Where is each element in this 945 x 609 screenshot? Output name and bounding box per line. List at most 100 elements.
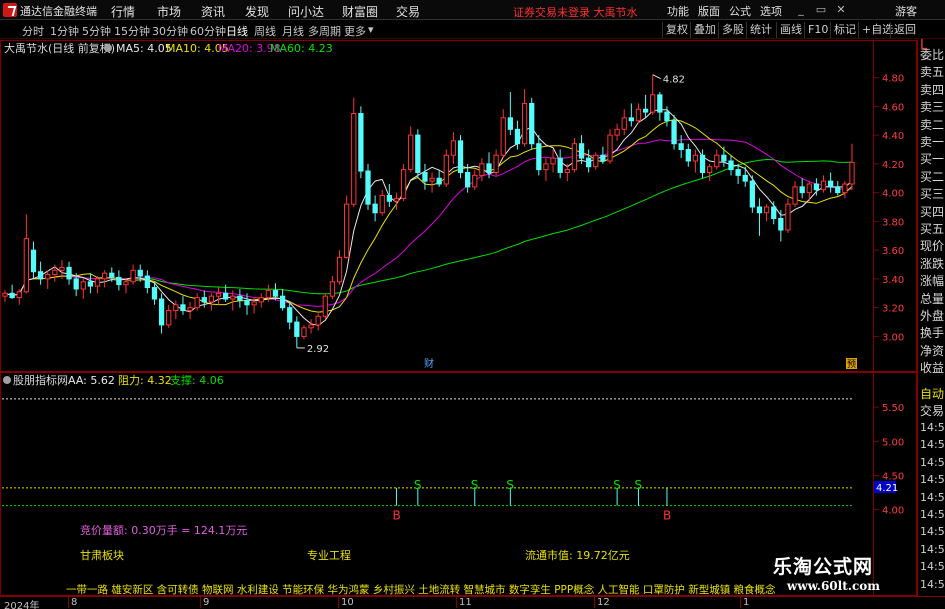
- candle-body: [45, 274, 51, 280]
- multi-stock-button[interactable]: 多股: [718, 22, 747, 38]
- candle-body: [393, 197, 400, 202]
- period-tab-timeshare[interactable]: 分时: [22, 23, 44, 39]
- kline-chart[interactable]: 4.80 4.60 4.40 4.20 4.00 3.80 3.60 3.40 3.20 3.00…: [0, 40, 945, 596]
- menu-item-function[interactable]: 功能: [667, 3, 689, 19]
- period-tab-monthly[interactable]: 月线: [282, 23, 304, 39]
- candle-body: [742, 174, 748, 182]
- period-tab-more[interactable]: 更多: [344, 23, 366, 39]
- candle-body: [59, 266, 65, 271]
- period-tab-30min[interactable]: 30分钟: [152, 23, 188, 39]
- forecast-marker[interactable]: 预: [847, 359, 856, 370]
- candle-body: [536, 143, 542, 171]
- candle-body: [607, 134, 613, 162]
- indicator-tick-label: 4.00: [882, 506, 904, 517]
- period-tab-60min[interactable]: 60分钟: [190, 23, 226, 39]
- candle-body: [358, 113, 364, 172]
- menu-item-ask[interactable]: 问小达: [288, 3, 324, 20]
- earnings-marker[interactable]: 财: [424, 357, 434, 370]
- adjust-button[interactable]: 复权: [662, 22, 691, 38]
- candle-body: [37, 271, 44, 280]
- candle-body: [550, 157, 556, 165]
- period-tab-weekly[interactable]: 周线: [254, 23, 276, 39]
- period-tab-daily[interactable]: 日线: [226, 23, 248, 39]
- draw-line-button[interactable]: 画线: [776, 22, 805, 38]
- menu-item-wealth-circle[interactable]: 财富圈: [342, 3, 378, 20]
- menu-item-news[interactable]: 资讯: [201, 3, 225, 20]
- indicator-name[interactable]: 股朋指标网: [13, 373, 68, 387]
- candle-body: [379, 194, 385, 214]
- ma60-legend: MA60: 4.23: [270, 42, 333, 55]
- menu-item-layout[interactable]: 版面: [698, 3, 720, 19]
- period-tab-5min[interactable]: 5分钟: [82, 23, 111, 39]
- period-tab-15min[interactable]: 15分钟: [114, 23, 150, 39]
- region-sector[interactable]: 甘肃板块: [80, 548, 124, 562]
- candle-body: [400, 169, 407, 199]
- concept-tags[interactable]: 一带一路 雄安新区 含可转债 物联网 水利建设 节能环保 华为鸿蒙 乡村振兴 土…: [66, 583, 776, 596]
- quote-label: 换手: [920, 326, 945, 341]
- candle-body: [671, 120, 677, 145]
- price-tick-label: 3.80: [882, 217, 904, 228]
- sell-signal: S: [506, 478, 514, 492]
- candle-body: [849, 161, 855, 185]
- industry-sector[interactable]: 专业工程: [307, 548, 351, 562]
- candle-body: [109, 272, 115, 278]
- guest-login[interactable]: 游客: [895, 3, 917, 19]
- candle-body: [116, 276, 122, 286]
- candle-body: [571, 143, 578, 171]
- candle-body: [215, 292, 222, 297]
- candle-body: [820, 180, 827, 191]
- menu-item-trade[interactable]: 交易: [396, 3, 420, 20]
- high-price-label: 4.82: [663, 75, 685, 86]
- minimize-icon[interactable]: _: [793, 2, 809, 18]
- app-logo-icon: [3, 3, 17, 17]
- menu-item-discover[interactable]: 发现: [245, 3, 269, 20]
- menu-item-quotes[interactable]: 行情: [111, 3, 135, 20]
- quote-label: 外盘: [920, 309, 945, 323]
- date-axis-label: 9: [200, 597, 209, 608]
- candle-body: [258, 297, 264, 303]
- auto-tab[interactable]: 自动: [920, 385, 944, 402]
- mark-button[interactable]: 标记: [830, 22, 859, 38]
- trade-tab[interactable]: 交易: [920, 402, 944, 419]
- candle-body: [30, 249, 37, 273]
- menu-item-market[interactable]: 市场: [157, 3, 181, 20]
- indicator-settings-icon[interactable]: [3, 376, 11, 384]
- stock-label[interactable]: 大禹节水(日线 前复权): [4, 41, 115, 55]
- settings-icon[interactable]: [104, 44, 112, 52]
- quote-label: 买二: [920, 169, 945, 184]
- candle-body: [201, 297, 207, 303]
- close-icon[interactable]: ✕: [833, 2, 849, 18]
- candle-body: [408, 134, 414, 171]
- sell-signal: S: [634, 478, 642, 492]
- candle-body: [642, 108, 649, 113]
- chevron-down-icon[interactable]: ▾: [368, 23, 374, 36]
- candle-body: [486, 163, 492, 173]
- price-tick-label: 3.20: [882, 304, 904, 315]
- tick-time: 14:56: [920, 577, 945, 591]
- f10-button[interactable]: F10: [804, 22, 831, 38]
- candle-body: [514, 128, 521, 145]
- candle-body: [450, 140, 457, 156]
- period-tab-1min[interactable]: 1分钟: [50, 23, 79, 39]
- menu-item-formula[interactable]: 公式: [729, 3, 751, 19]
- quote-label: 买四: [920, 204, 945, 219]
- candle-body: [123, 281, 129, 286]
- period-toolbar: 分时 1分钟 5分钟 15分钟 30分钟 60分钟 日线 周线 月线 多周期 更…: [0, 21, 945, 39]
- maximize-icon[interactable]: ▭: [813, 2, 829, 18]
- stats-button[interactable]: 统计: [746, 22, 775, 38]
- candle-body: [792, 186, 798, 205]
- quote-label: 卖二: [920, 117, 945, 132]
- login-notice[interactable]: 证券交易未登录 大禹节水: [513, 4, 638, 20]
- candle-body: [2, 292, 8, 297]
- tick-time: 14:56: [920, 525, 945, 539]
- tick-time: 14:56: [920, 542, 945, 556]
- candle-body: [465, 171, 471, 188]
- quote-label: 买三: [920, 187, 945, 202]
- menu-item-options[interactable]: 选项: [760, 3, 782, 19]
- period-tab-multi[interactable]: 多周期: [308, 23, 341, 39]
- overlay-button[interactable]: 叠加: [690, 22, 719, 38]
- quote-label: 净资: [920, 343, 945, 358]
- indicator-tick-label: 5.00: [882, 437, 904, 448]
- back-button[interactable]: 返回: [890, 22, 919, 38]
- date-axis-label: 11: [456, 597, 472, 608]
